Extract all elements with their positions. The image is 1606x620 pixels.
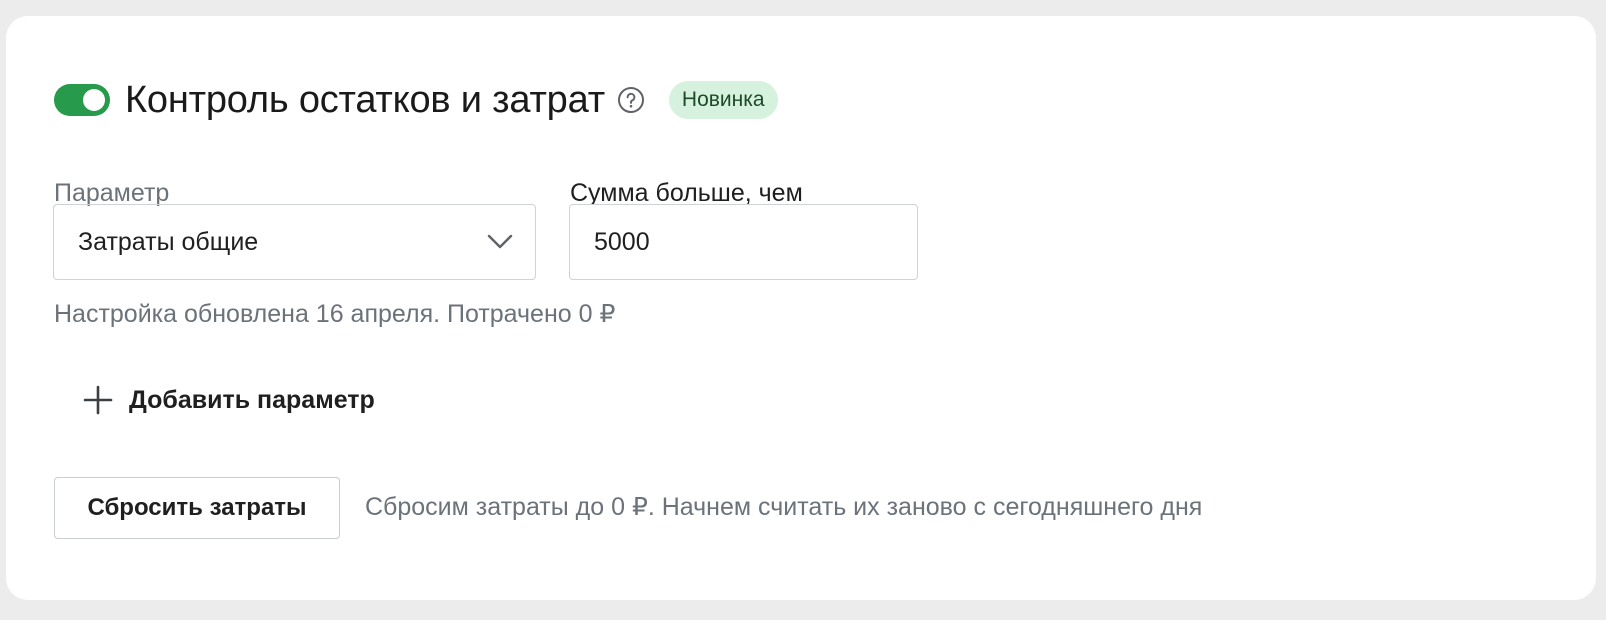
help-icon[interactable] bbox=[617, 86, 645, 114]
reset-costs-button[interactable]: Сбросить затраты bbox=[54, 477, 340, 539]
amount-input[interactable] bbox=[569, 204, 918, 280]
plus-icon bbox=[83, 385, 113, 415]
update-hint: Настройка обновлена 16 апреля. Потрачено… bbox=[54, 300, 616, 328]
settings-card: Контроль остатков и затрат Новинка Парам… bbox=[6, 16, 1596, 600]
reset-note: Сбросим затраты до 0 ₽. Начнем считать и… bbox=[365, 493, 1203, 521]
section-toggle[interactable] bbox=[54, 84, 110, 116]
new-badge: Новинка bbox=[668, 81, 778, 119]
section-header: Контроль остатков и затрат Новинка bbox=[54, 72, 778, 128]
chevron-down-icon bbox=[487, 234, 513, 249]
section-title: Контроль остатков и затрат bbox=[125, 78, 605, 121]
add-parameter-label: Добавить параметр bbox=[129, 385, 375, 414]
add-parameter-button[interactable]: Добавить параметр bbox=[83, 380, 375, 420]
parameter-select[interactable]: Затраты общие bbox=[53, 204, 536, 280]
parameter-select-value: Затраты общие bbox=[78, 227, 259, 256]
toggle-knob bbox=[83, 89, 105, 111]
